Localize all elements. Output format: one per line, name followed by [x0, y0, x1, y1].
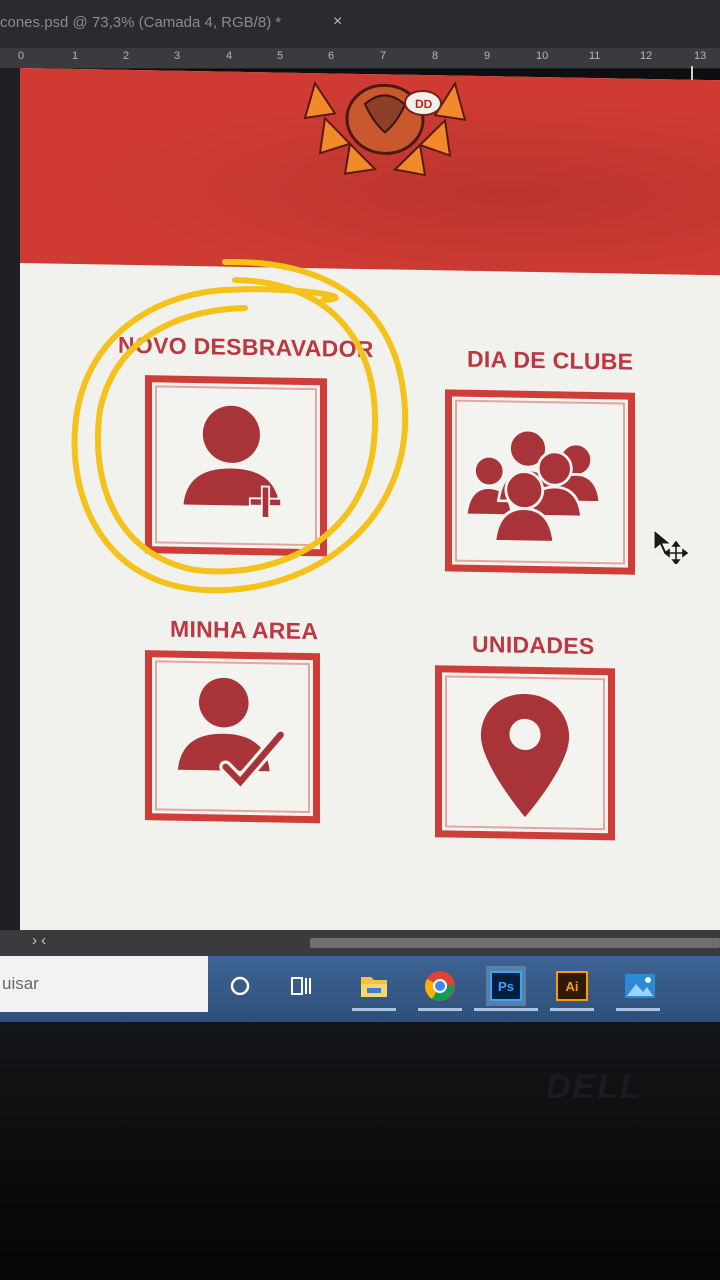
illustrator-icon-label: Ai: [556, 971, 588, 1001]
ruler-tick: 11: [589, 50, 601, 62]
horizontal-scrollbar[interactable]: › ‹: [0, 930, 720, 956]
photoshop-icon-label: Ps: [490, 971, 522, 1001]
location-pin-icon: [480, 694, 570, 818]
horizontal-ruler[interactable]: 0 1 2 3 4 5 6 7 8 9 10 11 12 13: [0, 48, 720, 69]
ruler-tick: 6: [328, 50, 335, 62]
tile-label-dia-de-clube: DIA DE CLUBE: [467, 345, 634, 375]
scrollbar-thumb[interactable]: [310, 938, 720, 948]
left-panel-edge: [0, 68, 22, 938]
photos-icon[interactable]: [620, 966, 660, 1006]
photoshop-active-indicator: [474, 1008, 538, 1011]
laptop-bezel: [0, 1022, 720, 1280]
club-emblem-logo: DD: [303, 80, 467, 177]
add-user-icon: [183, 405, 283, 519]
tile-label-minha-area: MINHA AREA: [170, 615, 319, 645]
close-tab-icon[interactable]: ×: [333, 13, 342, 31]
ruler-tick: 12: [640, 50, 653, 62]
ruler-tick: 8: [432, 50, 439, 62]
ruler-tick: 13: [694, 50, 707, 62]
move-cursor-icon: [653, 528, 688, 564]
taskbar-search-box[interactable]: uisar: [0, 956, 208, 1012]
brand-logo: DELL: [546, 1068, 643, 1106]
app-header-band: DD: [20, 68, 720, 276]
ruler-tick: 2: [123, 50, 130, 62]
minha-area-button[interactable]: [145, 650, 320, 824]
document-tab-title[interactable]: cones.psd @ 73,3% (Camada 4, RGB/8) *: [0, 14, 281, 31]
ruler-tick: 1: [72, 50, 79, 62]
novo-desbravador-button[interactable]: [145, 375, 327, 557]
photoshop-icon[interactable]: Ps: [486, 966, 526, 1006]
explorer-active-indicator: [352, 1008, 396, 1011]
ruler-tick: 4: [226, 50, 233, 62]
photos-active-indicator: [616, 1008, 660, 1011]
tile-label-unidades: UNIDADES: [472, 630, 595, 660]
windows-taskbar: uisar Ps Ai: [0, 956, 720, 1022]
ruler-tick: 0: [18, 50, 25, 62]
ruler-tick: 7: [380, 50, 387, 62]
tile-label-novo-desbravador: NOVO DESBRAVADOR: [118, 331, 374, 363]
scroll-arrows[interactable]: › ‹: [32, 932, 46, 949]
user-check-icon: [177, 677, 288, 792]
illustrator-icon[interactable]: Ai: [552, 966, 592, 1006]
group-icon: [464, 428, 602, 544]
ruler-tick: 5: [277, 50, 284, 62]
chrome-icon[interactable]: [420, 966, 460, 1006]
ruler-tick: 10: [536, 50, 549, 62]
ruler-tick: 3: [174, 50, 181, 62]
dia-de-clube-button[interactable]: [445, 389, 635, 575]
svg-text:DD: DD: [415, 97, 433, 111]
illustrator-active-indicator: [550, 1008, 594, 1011]
chrome-active-indicator: [418, 1008, 462, 1011]
search-placeholder: uisar: [2, 974, 39, 993]
unidades-button[interactable]: [435, 665, 615, 841]
cortana-icon[interactable]: [220, 966, 260, 1006]
file-explorer-icon[interactable]: [354, 966, 394, 1006]
task-view-icon[interactable]: [282, 966, 322, 1006]
document-tab-bar: cones.psd @ 73,3% (Camada 4, RGB/8) * ×: [0, 0, 720, 48]
artboard-canvas[interactable]: DD NOVO DESBRAVADOR DIA DE CLUBE MINHA A…: [20, 68, 720, 949]
ruler-tick: 9: [484, 50, 491, 62]
